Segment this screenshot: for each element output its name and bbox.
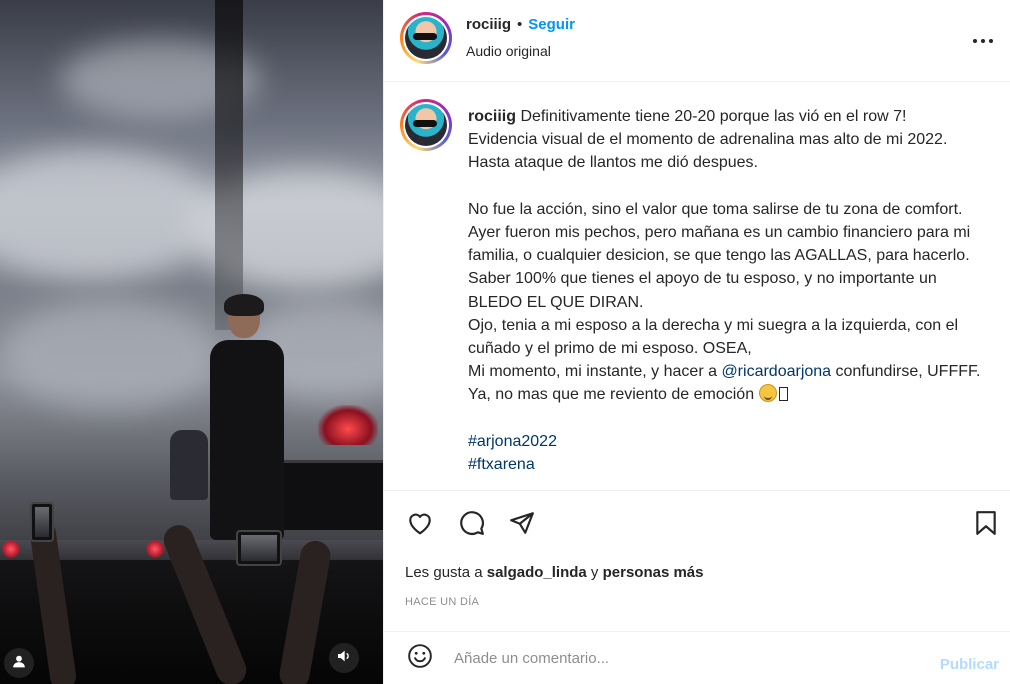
user-icon [12,654,26,673]
like-button[interactable] [404,509,436,541]
share-button[interactable] [506,509,538,541]
comment-bubble-icon [459,510,485,541]
caption-paragraph: Ojo, tenia a mi esposo a la derecha y mi… [468,316,963,358]
likes-summary[interactable]: Les gusta a salgado_linda y personas más [405,564,704,581]
caption-paragraph: Mi momento, mi instante, y hacer a @rica… [468,363,985,404]
pianist-figure [170,430,208,500]
phone-in-crowd [236,530,282,566]
more-options-icon [972,31,994,49]
heart-icon [407,511,433,540]
liked-by-user[interactable]: salgado_linda [487,564,587,581]
caption-paragraph: No fue la acción, sino el valor que toma… [468,200,975,311]
avatar[interactable] [400,12,452,64]
caption-avatar[interactable] [400,99,452,151]
bookmark-icon [975,510,997,541]
more-options-button[interactable] [971,28,995,52]
audio-toggle-button[interactable] [329,643,359,673]
stage-light [146,540,164,558]
mention-link[interactable]: @ricardoarjona [721,363,831,380]
comment-input[interactable] [454,646,884,670]
audio-original-link[interactable]: Audio original [466,43,551,59]
post-detail-panel: rociiig • Seguir Audio original rociiig … [383,0,1010,684]
post-media-video[interactable] [0,0,383,684]
paper-plane-icon [509,511,535,540]
comment-button[interactable] [456,509,488,541]
stage-candles [318,405,378,445]
smiley-icon [407,643,433,674]
follow-button[interactable]: Seguir [528,16,575,33]
stage-light [2,540,20,558]
save-button[interactable] [970,509,1002,541]
caption-scroll-area[interactable]: rociiig Definitivamente tiene 20-20 porq… [384,83,1010,490]
user-tags-button[interactable] [4,648,34,678]
singer-hair [224,294,264,316]
header-username[interactable]: rociiig [466,16,511,33]
post-caption: rociiig Definitivamente tiene 20-20 porq… [468,105,988,476]
post-actions: Les gusta a salgado_linda y personas más… [384,490,1010,630]
hashtag-link[interactable]: #ftxarena [468,453,988,476]
post-header: rociiig • Seguir Audio original [384,0,1010,82]
caption-line: Evidencia visual de el momento de adrena… [468,131,948,149]
caption-username[interactable]: rociiig [468,108,516,125]
piano [282,460,383,530]
caption-line: Definitivamente tiene 20-20 porque las v… [520,108,907,125]
add-comment-bar: Publicar [384,631,1010,684]
hashtag-link[interactable]: #arjona2022 [468,430,988,453]
missing-glyph-icon [778,387,788,402]
speaker-icon [336,648,352,669]
singer-figure [210,340,284,540]
post-timestamp[interactable]: HACE UN DÍA [405,596,479,608]
light-beam [215,0,243,330]
caption-line: Hasta ataque de llantos me dió despues. [468,154,758,172]
header-user-row: rociiig • Seguir [466,16,575,33]
cloud-shape [0,300,220,410]
cloud-shape [0,150,220,280]
emoji-picker-button[interactable] [404,642,436,674]
likes-others-link[interactable]: personas más [603,564,704,581]
phone-in-crowd [30,502,54,542]
grinning-emoji-icon [758,384,777,403]
publish-button[interactable]: Publicar [940,656,999,673]
separator-dot: • [517,16,523,33]
